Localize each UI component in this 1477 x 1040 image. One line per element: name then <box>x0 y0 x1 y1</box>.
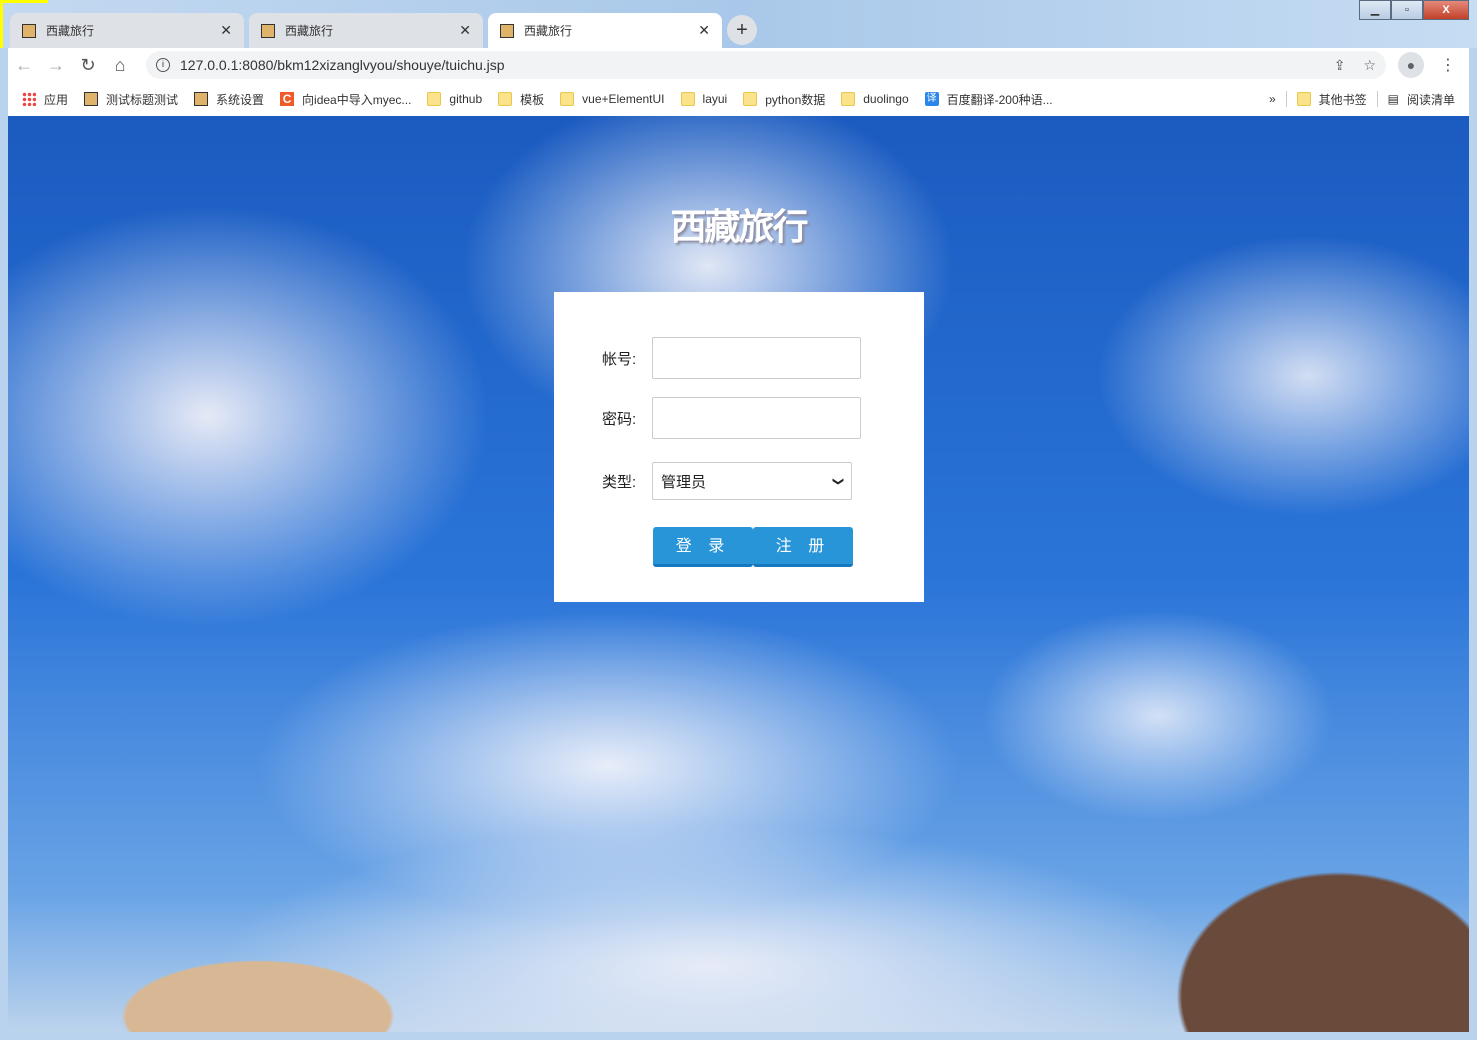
site-title: 西藏旅行 <box>670 206 808 247</box>
bookmark-item[interactable]: layui <box>680 92 728 106</box>
browser-tab[interactable]: 西藏旅行 ✕ <box>10 13 244 48</box>
bookmark-item[interactable]: 译百度翻译-200种语... <box>924 91 1053 108</box>
kebab-menu-icon[interactable]: ⋮ <box>1440 55 1456 75</box>
bookmark-item[interactable]: 应用 <box>22 91 68 108</box>
type-select[interactable]: 管理员 ❯ <box>652 462 852 500</box>
bookmark-label: layui <box>702 92 728 106</box>
folder-icon <box>743 92 758 106</box>
bookmark-label: 测试标题测试 <box>106 92 179 107</box>
tomcat-icon <box>84 92 99 106</box>
decor <box>0 0 3 48</box>
address-bar[interactable]: i 127.0.0.1:8080/bkm12xizanglvyou/shouye… <box>146 51 1386 79</box>
chevron-down-icon: ❯ <box>831 476 844 486</box>
bookmark-other[interactable]: 其他书签 <box>1296 91 1367 108</box>
minimize-button[interactable]: ▁ <box>1359 0 1391 20</box>
yi-icon: 译 <box>924 92 939 106</box>
account-label: 帐号: <box>602 350 637 368</box>
bookmark-item[interactable]: vue+ElementUI <box>560 92 665 106</box>
tab-title: 西藏旅行 <box>285 24 334 38</box>
login-card: 帐号: 密码: 类型: 管理员 ❯ 登 录 注 册 <box>554 292 924 602</box>
folder-icon <box>680 92 695 106</box>
bookmark-label: github <box>449 92 483 106</box>
login-page: 西藏旅行 帐号: 密码: 类型: 管理员 ❯ 登 录 注 册 <box>8 116 1469 1032</box>
password-label: 密码: <box>602 410 637 428</box>
forward-icon[interactable]: → <box>40 55 72 76</box>
star-icon[interactable]: ☆ <box>1363 57 1376 74</box>
bookmark-label: 应用 <box>44 92 69 107</box>
bookmark-label: 百度翻译-200种语... <box>946 92 1053 107</box>
decor <box>0 0 48 3</box>
type-selected: 管理员 <box>661 473 707 491</box>
close-tab-icon[interactable]: ✕ <box>698 22 710 39</box>
home-icon[interactable]: ⌂ <box>104 55 136 76</box>
reload-icon[interactable]: ↻ <box>72 55 104 76</box>
bookmark-label: python数据 <box>765 92 826 107</box>
tomcat-icon <box>194 92 209 106</box>
back-icon[interactable]: ← <box>8 55 40 76</box>
bookmark-label: 其他书签 <box>1318 92 1367 107</box>
tab-title: 西藏旅行 <box>524 24 573 38</box>
folder-icon <box>498 92 513 106</box>
bookmark-item[interactable]: 模板 <box>498 91 544 108</box>
bookmark-label: 系统设置 <box>216 92 265 107</box>
share-icon[interactable]: ⇪ <box>1334 57 1346 74</box>
folder-icon <box>560 92 575 106</box>
more-bookmarks-button[interactable]: » <box>1269 92 1276 106</box>
url-text[interactable]: 127.0.0.1:8080/bkm12xizanglvyou/shouye/t… <box>180 57 1316 73</box>
register-button[interactable]: 注 册 <box>753 527 853 567</box>
info-icon[interactable]: i <box>156 58 170 72</box>
divider <box>1285 91 1287 107</box>
bookmark-item[interactable]: 系统设置 <box>194 91 264 108</box>
folder-icon <box>841 92 856 106</box>
close-window-button[interactable]: X <box>1423 0 1469 20</box>
login-button[interactable]: 登 录 <box>653 527 753 567</box>
type-label: 类型: <box>602 473 637 491</box>
close-tab-icon[interactable]: ✕ <box>459 22 471 39</box>
c-icon: C <box>280 92 295 106</box>
profile-avatar-icon[interactable]: ● <box>1398 52 1424 78</box>
divider <box>1376 91 1378 107</box>
browser-tab-active[interactable]: 西藏旅行 ✕ <box>488 13 722 48</box>
bookmark-label: 模板 <box>520 92 545 107</box>
bookmark-item[interactable]: C 向idea中导入myec... <box>280 91 411 108</box>
bookmark-item[interactable]: duolingo <box>841 92 909 106</box>
bookmark-label: 阅读清单 <box>1406 92 1455 107</box>
tomcat-favicon-icon <box>500 23 514 38</box>
reading-list-button[interactable]: ▤ 阅读清单 <box>1388 91 1455 108</box>
new-tab-button[interactable]: + <box>727 15 757 45</box>
maximize-button[interactable]: ▫ <box>1391 0 1423 20</box>
bookmark-item[interactable]: github <box>427 92 482 106</box>
folder-icon <box>427 92 442 106</box>
bookmarks-bar: 应用 测试标题测试 系统设置 C 向idea中导入myec... github 模板 vue+… <box>8 82 1469 116</box>
bookmark-label: vue+ElementUI <box>582 92 665 106</box>
bookmark-item[interactable]: 测试标题测试 <box>84 91 178 108</box>
tomcat-favicon-icon <box>261 23 275 38</box>
account-input[interactable] <box>652 337 861 379</box>
browser-toolbar: ← → ↻ ⌂ i 127.0.0.1:8080/bkm12xizanglvyo… <box>8 48 1469 82</box>
close-tab-icon[interactable]: ✕ <box>220 22 232 39</box>
browser-tab[interactable]: 西藏旅行 ✕ <box>249 13 483 48</box>
bookmark-label: duolingo <box>863 92 909 106</box>
folder-icon <box>1296 92 1311 106</box>
reading-list-icon: ▤ <box>1387 92 1399 106</box>
window-titlebar: 西藏旅行 ✕ 西藏旅行 ✕ 西藏旅行 ✕ + ▁ ▫ X <box>0 0 1477 48</box>
tomcat-favicon-icon <box>22 23 36 38</box>
bookmark-label: 向idea中导入myec... <box>302 92 412 107</box>
apps-icon <box>22 92 36 106</box>
bookmark-item[interactable]: python数据 <box>743 91 825 108</box>
password-input[interactable] <box>652 397 861 439</box>
tab-title: 西藏旅行 <box>46 24 95 38</box>
